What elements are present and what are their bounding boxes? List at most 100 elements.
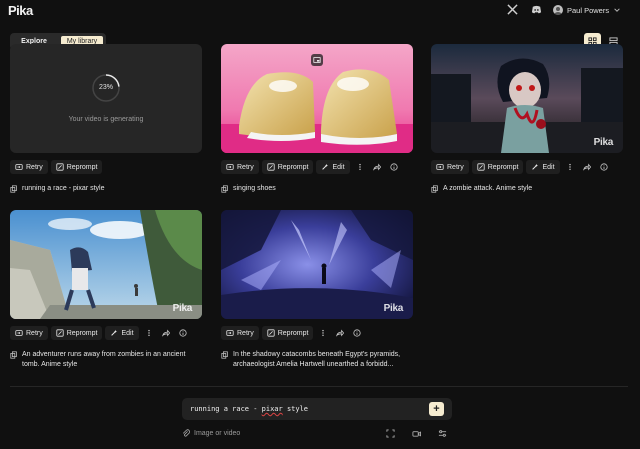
divider xyxy=(10,386,628,387)
info-icon xyxy=(353,329,362,337)
edit-pencil-icon xyxy=(267,329,275,337)
edit-label: Edit xyxy=(542,163,555,171)
retry-button[interactable]: Retry xyxy=(10,326,48,340)
copy-icon[interactable] xyxy=(431,185,439,193)
magic-wand-icon xyxy=(111,329,118,336)
reprompt-label: Reprompt xyxy=(66,329,98,337)
video-thumbnail[interactable]: Pika xyxy=(431,44,623,153)
card-caption: A zombie attack. Anime style xyxy=(431,184,623,194)
edit-button[interactable]: Edit xyxy=(105,326,139,340)
info-button[interactable] xyxy=(597,160,611,174)
reprompt-button[interactable]: Reprompt xyxy=(261,326,314,340)
retry-button[interactable]: Retry xyxy=(10,160,48,174)
prompt-text[interactable]: running a race - pixar style xyxy=(190,405,308,413)
edit-pencil-icon xyxy=(56,163,64,171)
retry-button[interactable]: Retry xyxy=(221,326,259,340)
retry-icon xyxy=(15,164,23,170)
more-options-button[interactable] xyxy=(353,160,367,174)
retry-label: Retry xyxy=(237,329,254,337)
retry-label: Retry xyxy=(26,329,43,337)
reprompt-button[interactable]: Reprompt xyxy=(261,160,314,174)
attach-label: Image or video xyxy=(194,429,241,437)
edit-pencil-icon xyxy=(267,163,275,171)
edit-button[interactable]: Edit xyxy=(316,160,350,174)
x-twitter-icon[interactable] xyxy=(507,4,518,15)
more-options-button[interactable] xyxy=(142,326,156,340)
caption-text: In the shadowy catacombs beneath Egypt's… xyxy=(233,351,401,368)
caption-text: singing shoes xyxy=(233,185,276,192)
reprompt-label: Reprompt xyxy=(277,163,309,171)
retry-button[interactable]: Retry xyxy=(431,160,469,174)
attach-media-button[interactable]: Image or video xyxy=(182,428,240,438)
video-thumbnail[interactable]: Pika xyxy=(10,210,202,319)
share-button[interactable] xyxy=(159,326,173,340)
generate-button[interactable]: + xyxy=(429,402,444,416)
kebab-icon xyxy=(358,163,361,171)
video-card: Retry Reprompt Edit singing shoes xyxy=(221,44,413,204)
retry-icon xyxy=(226,330,234,336)
kebab-icon xyxy=(322,329,325,337)
video-card: 23% Your video is generating Retry Repro… xyxy=(10,44,202,204)
copy-icon[interactable] xyxy=(10,351,18,359)
card-actions: Retry Reprompt Edit xyxy=(221,160,401,174)
aspect-ratio-icon[interactable] xyxy=(385,428,395,438)
caption-text: A zombie attack. Anime style xyxy=(443,185,533,192)
magic-wand-icon xyxy=(322,163,329,170)
paperclip-icon xyxy=(182,429,190,437)
edit-label: Edit xyxy=(332,163,345,171)
share-button[interactable] xyxy=(370,160,384,174)
pika-watermark: Pika xyxy=(383,303,404,314)
card-caption: An adventurer runs away from zombies in … xyxy=(10,350,202,370)
retry-button[interactable]: Retry xyxy=(221,160,259,174)
card-caption: In the shadowy catacombs beneath Egypt's… xyxy=(221,350,413,370)
share-button[interactable] xyxy=(580,160,594,174)
card-actions: Retry Reprompt Edit xyxy=(431,160,611,174)
info-icon xyxy=(599,163,608,171)
info-button[interactable] xyxy=(350,326,364,340)
pika-watermark: Pika xyxy=(593,137,614,148)
kebab-icon xyxy=(147,329,150,337)
video-thumbnail[interactable]: Pika xyxy=(221,210,413,319)
pika-watermark: Pika xyxy=(172,303,193,314)
prompt-input[interactable]: running a race - pixar style + xyxy=(182,398,452,420)
generating-placeholder: 23% Your video is generating xyxy=(10,44,202,153)
card-actions: Retry Reprompt Edit xyxy=(10,326,190,340)
magic-wand-icon xyxy=(532,163,539,170)
retry-icon xyxy=(15,330,23,336)
picture-in-picture-icon[interactable] xyxy=(311,54,323,66)
share-arrow-icon xyxy=(161,329,170,337)
discord-icon[interactable] xyxy=(531,4,542,15)
copy-icon[interactable] xyxy=(10,185,18,193)
info-button[interactable] xyxy=(176,326,190,340)
edit-pencil-icon xyxy=(477,163,485,171)
info-button[interactable] xyxy=(387,160,401,174)
video-card: Pika Retry Reprompt In the shadowy catac… xyxy=(221,210,413,370)
caption-text: running a race - pixar style xyxy=(22,185,105,192)
video-card: Pika Retry Reprompt Edit An adventurer r… xyxy=(10,210,202,370)
reprompt-button[interactable]: Reprompt xyxy=(50,326,103,340)
settings-sliders-icon[interactable] xyxy=(437,428,447,438)
edit-button[interactable]: Edit xyxy=(526,160,560,174)
user-menu[interactable]: Paul Powers xyxy=(553,4,621,16)
card-actions: Retry Reprompt xyxy=(10,160,103,174)
copy-icon[interactable] xyxy=(221,351,229,359)
reprompt-button[interactable]: Reprompt xyxy=(50,160,103,174)
share-arrow-icon xyxy=(372,163,381,171)
caption-text: An adventurer runs away from zombies in … xyxy=(22,351,186,368)
pika-logo[interactable]: Pika xyxy=(8,3,33,18)
more-options-button[interactable] xyxy=(563,160,577,174)
retry-label: Retry xyxy=(26,163,43,171)
avatar xyxy=(553,5,563,15)
video-thumbnail[interactable] xyxy=(221,44,413,153)
generating-message: Your video is generating xyxy=(68,116,144,123)
share-button[interactable] xyxy=(333,326,347,340)
info-icon xyxy=(389,163,398,171)
copy-icon[interactable] xyxy=(221,185,229,193)
video-camera-icon[interactable] xyxy=(411,428,421,438)
reprompt-button[interactable]: Reprompt xyxy=(471,160,524,174)
reprompt-label: Reprompt xyxy=(487,163,519,171)
reprompt-label: Reprompt xyxy=(277,329,309,337)
retry-label: Retry xyxy=(447,163,464,171)
chevron-down-icon xyxy=(614,8,620,12)
more-options-button[interactable] xyxy=(316,326,330,340)
